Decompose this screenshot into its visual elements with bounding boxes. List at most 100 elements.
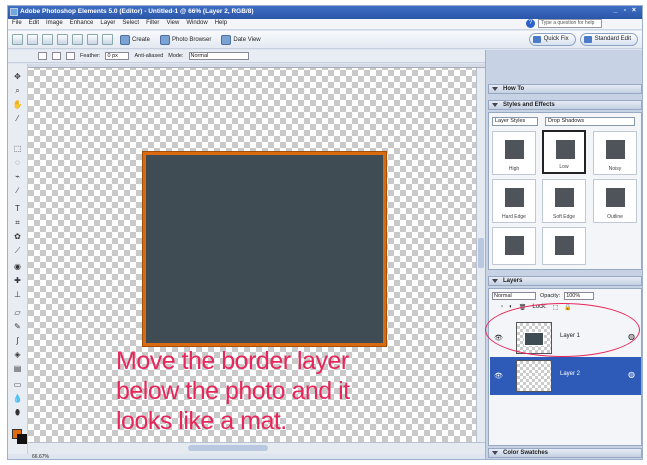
how-to-panel-header[interactable]: How To: [488, 84, 642, 94]
subtract-selection-icon[interactable]: [66, 52, 75, 60]
style-caption: Hard Edge: [502, 214, 526, 220]
anti-alias-checkbox[interactable]: Anti-aliased: [134, 53, 163, 59]
collapse-triangle-icon: [492, 87, 498, 91]
paint-bucket-tool-icon[interactable]: ◈: [12, 350, 23, 360]
blur-tool-icon[interactable]: 💧: [12, 394, 23, 404]
menu-view[interactable]: View: [166, 20, 179, 29]
feather-label: Feather:: [80, 53, 101, 59]
help-question-icon: ?: [526, 19, 535, 28]
eraser-tool-icon[interactable]: ▱: [12, 308, 23, 318]
new-layer-icon[interactable]: ▫: [501, 304, 503, 311]
redo-icon[interactable]: [102, 34, 113, 45]
help-search-input[interactable]: Type a question for help: [538, 19, 602, 28]
collapse-triangle-icon: [492, 103, 498, 107]
menu-select[interactable]: Select: [122, 20, 139, 29]
mode-select[interactable]: Normal: [188, 52, 249, 60]
photo-browser-label: Photo Browser: [172, 36, 212, 43]
type-tool-icon[interactable]: T: [12, 204, 23, 214]
styles-panel-title: Styles and Effects: [503, 102, 555, 108]
open-folder-icon[interactable]: [27, 34, 38, 45]
create-label: Create: [132, 36, 151, 43]
app-icon: [10, 8, 18, 16]
sponge-tool-icon[interactable]: ⬮: [12, 408, 23, 418]
opacity-input[interactable]: 100%: [564, 292, 595, 300]
selection-brush-tool-icon[interactable]: ∕: [12, 186, 23, 196]
menu-window[interactable]: Window: [186, 20, 207, 29]
lasso-tool-icon[interactable]: ◌: [12, 158, 23, 168]
straighten-tool-icon[interactable]: ⟋: [12, 246, 23, 256]
date-view-label: Date View: [233, 36, 261, 43]
shortcuts-bar: Create Photo Browser Date View Quick Fix…: [8, 31, 642, 49]
styles-panel-header[interactable]: Styles and Effects: [488, 100, 642, 110]
standard-edit-button[interactable]: Standard Edit: [579, 33, 638, 46]
vertical-scrollbar[interactable]: [476, 68, 485, 442]
window-controls[interactable]: _ ▫ ×: [614, 7, 638, 14]
blend-mode-select[interactable]: Normal: [492, 292, 536, 300]
color-swatches-panel-header[interactable]: Color Swatches: [488, 448, 642, 458]
menu-layer[interactable]: Layer: [100, 20, 115, 29]
red-eye-tool-icon[interactable]: ◉: [12, 262, 23, 272]
feather-input[interactable]: 0 px: [105, 52, 130, 60]
menu-edit[interactable]: Edit: [29, 20, 39, 29]
hand-tool-icon[interactable]: ✋: [12, 100, 23, 110]
pencil-tool-icon[interactable]: ✎: [12, 322, 23, 332]
background-color-swatch[interactable]: [17, 434, 27, 444]
style-thumbnail[interactable]: [542, 227, 586, 265]
magic-wand-tool-icon[interactable]: ⌁: [12, 172, 23, 182]
horizontal-scrollbar[interactable]: [28, 442, 485, 454]
move-tool-icon[interactable]: ✥: [12, 72, 23, 82]
photo-browser-button[interactable]: Photo Browser: [157, 34, 214, 45]
visibility-eye-icon[interactable]: 👁: [494, 372, 503, 380]
share-icon[interactable]: [72, 34, 83, 45]
color-swatches-title: Color Swatches: [503, 450, 549, 456]
date-view-button[interactable]: Date View: [218, 34, 263, 45]
style-thumbnail-selected[interactable]: Low: [542, 130, 586, 174]
annotation-highlight-oval: [485, 303, 640, 357]
style-thumbnail[interactable]: Hard Edge: [492, 179, 536, 223]
quick-fix-button[interactable]: Quick Fix: [528, 33, 576, 46]
style-preview: [505, 236, 524, 255]
menu-file[interactable]: File: [12, 20, 22, 29]
layer-row-border[interactable]: 👁 Layer 2 ◍: [490, 357, 641, 395]
layer-thumbnail: [516, 360, 552, 392]
marquee-tool-icon[interactable]: ⬚: [12, 144, 23, 154]
gradient-tool-icon[interactable]: ▤: [12, 364, 23, 374]
window-title: Adobe Photoshop Elements 5.0 (Editor) - …: [20, 8, 254, 15]
style-thumbnail[interactable]: Noisy: [593, 131, 637, 175]
print-icon[interactable]: [57, 34, 68, 45]
help-search: ? Type a question for help: [526, 19, 602, 28]
style-thumbnail[interactable]: Outline: [593, 179, 637, 223]
category-select[interactable]: Layer Styles: [492, 117, 538, 126]
layers-panel-header[interactable]: Layers: [488, 276, 642, 286]
new-file-icon[interactable]: [12, 34, 23, 45]
create-button[interactable]: Create: [117, 34, 153, 45]
collapse-triangle-icon: [492, 279, 498, 283]
clone-stamp-tool-icon[interactable]: ⊥: [12, 290, 23, 300]
shape-tool-icon[interactable]: ▭: [12, 380, 23, 390]
new-selection-icon[interactable]: [38, 52, 47, 60]
healing-brush-tool-icon[interactable]: ✚: [12, 276, 23, 286]
style-thumbnail[interactable]: High: [492, 131, 536, 175]
subcategory-select[interactable]: Drop Shadows: [545, 117, 635, 126]
photo-with-border: [143, 152, 386, 346]
zoom-tool-icon[interactable]: ⌕: [12, 86, 23, 96]
menu-enhance[interactable]: Enhance: [70, 20, 94, 29]
menu-filter[interactable]: Filter: [146, 20, 159, 29]
layer-style-icon[interactable]: ◍: [628, 370, 635, 379]
add-selection-icon[interactable]: [52, 52, 61, 60]
eyedropper-tool-icon[interactable]: ⁄: [12, 114, 23, 124]
undo-icon[interactable]: [87, 34, 98, 45]
crop-tool-icon[interactable]: ⌗: [12, 218, 23, 228]
style-thumbnail[interactable]: [492, 227, 536, 265]
vertical-scroll-thumb[interactable]: [478, 238, 484, 268]
cookie-cutter-tool-icon[interactable]: ✿: [12, 232, 23, 242]
menu-help[interactable]: Help: [215, 20, 227, 29]
style-thumbnail[interactable]: Soft Edge: [542, 179, 586, 223]
style-preview: [606, 140, 625, 159]
horizontal-scroll-thumb[interactable]: [188, 445, 268, 451]
style-preview: [505, 140, 524, 159]
toolbox: ✥ ⌕ ✋ ⁄ ⬚ ◌ ⌁ ∕ T ⌗ ✿ ⟋ ◉ ✚ ⊥ ▱ ✎ ∫ ◈ ▤ …: [8, 64, 28, 454]
brush-tool-icon[interactable]: ∫: [12, 336, 23, 346]
save-icon[interactable]: [42, 34, 53, 45]
menu-image[interactable]: Image: [46, 20, 63, 29]
